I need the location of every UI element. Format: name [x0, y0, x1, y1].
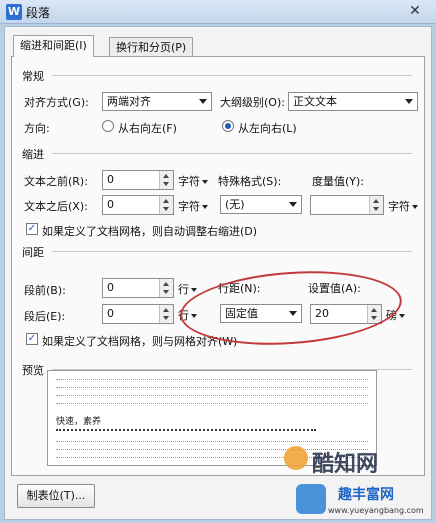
wps-writer-icon: W — [6, 4, 22, 20]
preview-line — [56, 441, 368, 442]
arrow-up-icon — [163, 174, 169, 178]
indent-before-unit[interactable]: 字符 — [178, 173, 208, 189]
window-title: 段落 — [26, 6, 51, 20]
indent-before-value: 0 — [107, 173, 114, 186]
separator — [52, 153, 412, 154]
preview-line — [56, 379, 368, 380]
stepper-buttons[interactable] — [159, 171, 173, 189]
preview-line — [56, 387, 368, 388]
rtl-radio[interactable] — [102, 120, 114, 132]
indent-before-unit-text: 字符 — [178, 175, 200, 188]
chevron-down-icon — [412, 205, 418, 209]
arrow-down-icon — [163, 316, 169, 320]
chevron-down-icon — [199, 99, 207, 104]
section-preview: 预览 — [22, 362, 48, 378]
indent-after-unit[interactable]: 字符 — [178, 198, 208, 214]
snap-grid-checkbox[interactable]: ✓ — [26, 333, 38, 345]
space-before-stepper[interactable]: 0 — [102, 278, 174, 298]
chevron-down-icon — [202, 180, 208, 184]
chevron-down-icon — [202, 205, 208, 209]
arrow-up-icon — [163, 282, 169, 286]
measure-unit[interactable]: 字符 — [388, 198, 418, 214]
indent-before-label: 文本之前(R): — [24, 175, 88, 188]
preview-sample-text: 快速，素养 — [56, 417, 102, 427]
arrow-down-icon — [163, 290, 169, 294]
measure-unit-text: 字符 — [388, 200, 410, 213]
space-before-unit[interactable]: 行 — [178, 281, 197, 297]
chevron-down-icon — [405, 99, 413, 104]
watermark-brand2: 趣丰富网 — [338, 487, 394, 503]
alignment-select[interactable]: 两端对齐 — [102, 92, 212, 111]
indent-after-stepper[interactable]: 0 — [102, 195, 174, 215]
watermark-url: www.yueyangbang.com — [328, 506, 424, 515]
stepper-buttons[interactable] — [159, 196, 173, 214]
special-format-label: 特殊格式(S): — [218, 175, 282, 188]
indent-after-unit-text: 字符 — [178, 200, 200, 213]
rtl-label: 从右向左(F) — [118, 122, 177, 135]
alignment-label: 对齐方式(G): — [24, 96, 89, 109]
special-format-select[interactable]: (无) — [220, 195, 302, 214]
arrow-up-icon — [373, 199, 379, 203]
tab-line-page-breaks[interactable]: 换行和分页(P) — [109, 37, 194, 57]
outline-level-select[interactable]: 正文文本 — [288, 92, 418, 111]
space-before-label: 段前(B): — [24, 284, 66, 297]
chevron-down-icon — [399, 314, 405, 318]
watermark-brand: 酷知网 — [312, 452, 379, 477]
indent-before-stepper[interactable]: 0 — [102, 170, 174, 190]
auto-adjust-checkbox[interactable]: ✓ — [26, 223, 38, 235]
close-button[interactable]: ✕ — [404, 2, 426, 20]
tab-indent-spacing[interactable]: 缩进和间距(I) — [13, 35, 94, 57]
ltr-radio[interactable] — [222, 120, 234, 132]
arrow-down-icon — [163, 182, 169, 186]
section-general: 常规 — [22, 68, 48, 84]
space-after-stepper[interactable]: 0 — [102, 304, 174, 324]
chevron-down-icon — [289, 202, 297, 207]
arrow-up-icon — [163, 308, 169, 312]
direction-label: 方向: — [24, 122, 50, 135]
arrow-down-icon — [163, 207, 169, 211]
measure-stepper[interactable] — [310, 195, 384, 215]
title-bar: W 段落 ✕ — [0, 0, 436, 24]
indent-after-label: 文本之后(X): — [24, 200, 88, 213]
special-format-value: (无) — [225, 198, 245, 211]
stepper-buttons[interactable] — [369, 196, 383, 214]
auto-adjust-label: 如果定义了文档网格，则自动调整右缩进(D) — [42, 225, 258, 238]
preview-line — [56, 403, 368, 404]
watermark-icon — [296, 484, 326, 514]
space-after-label: 段后(E): — [24, 310, 66, 323]
outline-level-value: 正文文本 — [293, 95, 337, 108]
indent-after-value: 0 — [107, 198, 114, 211]
stepper-buttons[interactable] — [159, 279, 173, 297]
outline-level-label: 大纲级别(O): — [220, 96, 285, 109]
measure-label: 度量值(Y): — [312, 175, 365, 188]
alignment-value: 两端对齐 — [107, 95, 151, 108]
preview-line — [56, 429, 316, 431]
stepper-buttons[interactable] — [159, 305, 173, 323]
space-after-value: 0 — [107, 307, 114, 320]
chevron-down-icon — [191, 288, 197, 292]
arrow-up-icon — [163, 199, 169, 203]
space-before-unit-text: 行 — [178, 283, 189, 296]
preview-line — [56, 395, 368, 396]
section-indent: 缩进 — [22, 146, 48, 162]
arrow-down-icon — [373, 207, 379, 211]
separator — [52, 251, 412, 252]
section-spacing: 间距 — [22, 244, 48, 260]
tab-stops-button[interactable]: 制表位(T)... — [17, 484, 95, 508]
separator — [52, 75, 412, 76]
ltr-label: 从左向右(L) — [238, 122, 297, 135]
watermark-logo-icon — [284, 446, 308, 470]
space-before-value: 0 — [107, 281, 114, 294]
